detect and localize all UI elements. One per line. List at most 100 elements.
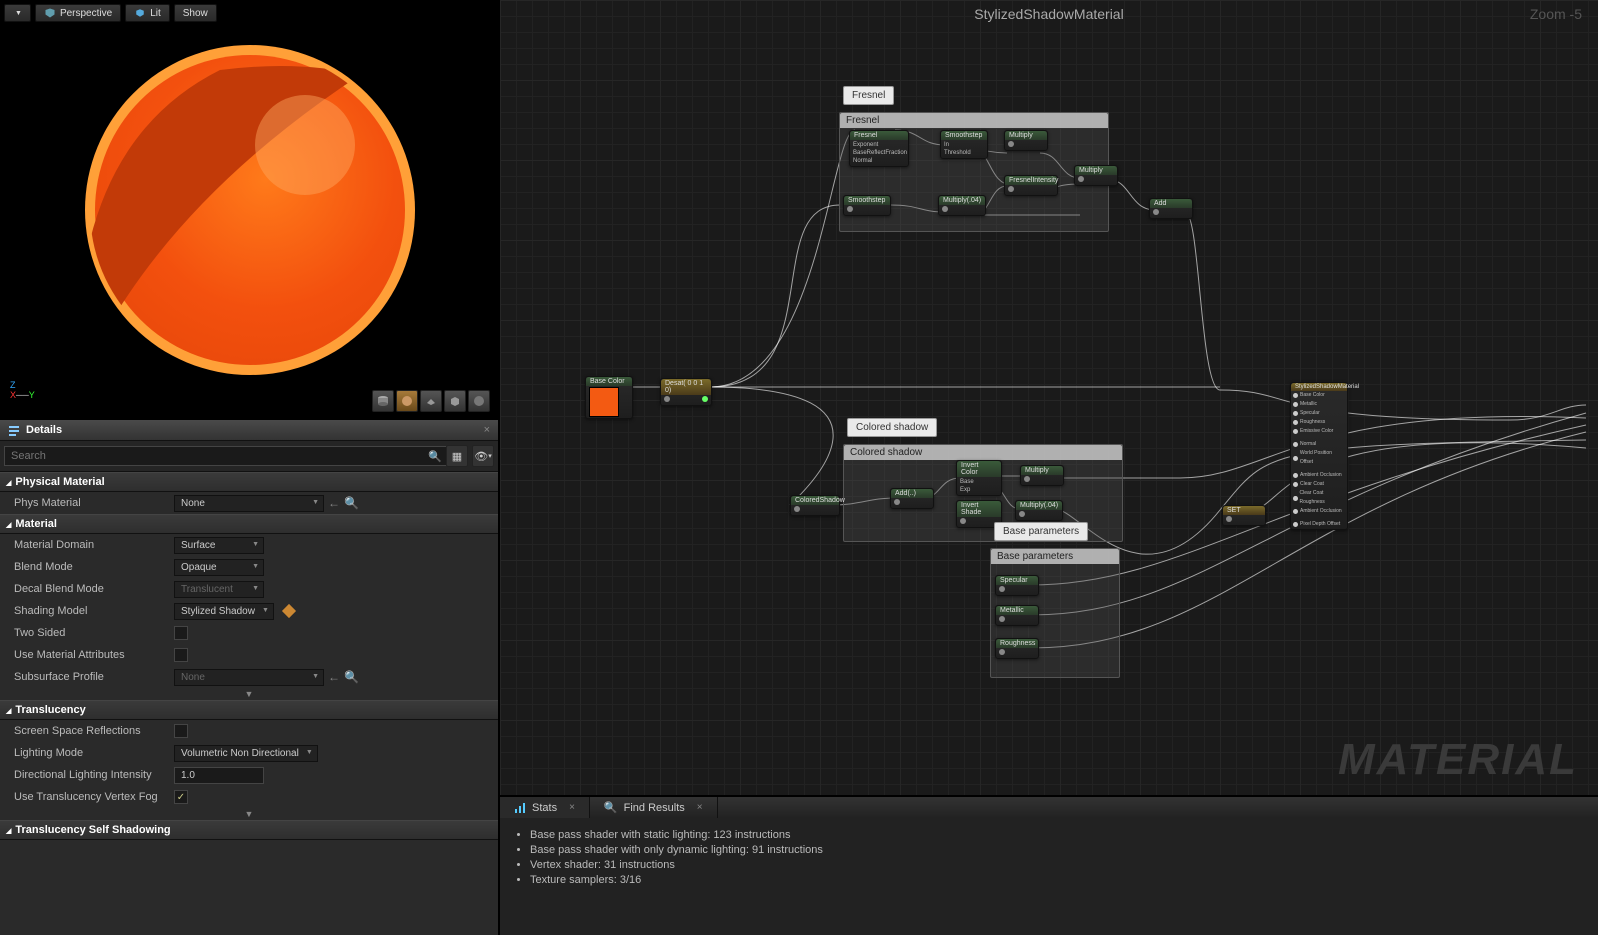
section-translucency-self-shadowing[interactable]: Translucency Self Shadowing [0,820,498,840]
shape-mesh-button[interactable] [468,390,490,412]
browse-icon[interactable]: 🔍 [344,496,359,510]
expand-section-button[interactable]: ▼ [0,688,498,700]
shading-model-label: Shading Model [14,605,174,617]
section-physical-material[interactable]: Physical Material [0,472,498,492]
search-icon: 🔍 [604,801,618,814]
reset-icon[interactable]: ← [328,670,340,684]
comment-colored-shadow-header: Colored shadow [844,445,1122,460]
phys-material-dropdown[interactable]: None [174,495,324,512]
phys-material-label: Phys Material [14,497,174,509]
stats-list: Base pass shader with static lighting: 1… [500,818,1598,897]
tooltip-colored-shadow: Colored shadow [847,418,937,437]
color-preview [589,387,619,417]
tab-find-label: Find Results [624,802,685,814]
node-base-color[interactable]: Base Color [585,376,633,419]
section-material[interactable]: Material [0,514,498,534]
tvf-checkbox[interactable] [174,790,188,804]
node-multiply-1[interactable]: Multiply [1004,130,1048,151]
shape-plane-button[interactable] [420,390,442,412]
material-preview-sphere [80,40,420,380]
material-domain-dropdown[interactable]: Surface [174,537,264,554]
shading-model-dropdown[interactable]: Stylized Shadow [174,603,274,620]
node-multiply-2[interactable]: Multiply [1074,165,1118,186]
node-metallic[interactable]: Metallic [995,605,1039,626]
perspective-button[interactable]: Perspective [35,4,121,22]
decal-blend-mode-dropdown: Translucent [174,581,264,598]
stats-line: Base pass shader with static lighting: 1… [530,829,1584,841]
node-material-result[interactable]: StylizedShadowMaterial Base Color Metall… [1290,382,1348,530]
ssr-checkbox[interactable] [174,724,188,738]
node-invert-color[interactable]: Invert Color BaseExp [956,460,1002,496]
close-icon[interactable]: × [569,802,575,813]
node-desaturate[interactable]: Desat( 0 0 1 0) [660,378,712,406]
property-matrix-button[interactable]: ▦ [446,445,468,467]
search-icon[interactable]: 🔍 [428,450,442,463]
two-sided-checkbox[interactable] [174,626,188,640]
lighting-mode-dropdown[interactable]: Volumetric Non Directional [174,745,318,762]
close-icon[interactable]: × [697,802,703,813]
show-button[interactable]: Show [174,4,217,22]
stats-line: Texture samplers: 3/16 [530,874,1584,886]
node-multiply04-2[interactable]: Multiply(.04) [1015,500,1063,521]
visibility-button[interactable]: 👁▾ [472,445,494,467]
node-roughness[interactable]: Roughness [995,638,1039,659]
lit-label: Lit [150,8,161,19]
node-add-1[interactable]: Add [1149,198,1193,219]
details-panel: Details × 🔍 ▦ 👁▾ Physical Material Phys … [0,420,498,935]
comment-fresnel-header: Fresnel [840,113,1108,128]
graph-title: StylizedShadowMaterial [974,6,1123,22]
shape-sphere-button[interactable] [396,390,418,412]
stats-line: Base pass shader with only dynamic light… [530,844,1584,856]
dli-label: Directional Lighting Intensity [14,769,174,781]
node-smoothstep[interactable]: Smoothstep In Threshold [940,130,988,159]
node-set[interactable]: SET [1222,505,1266,526]
lit-button[interactable]: Lit [125,4,170,22]
lit-cube-icon [134,7,146,19]
axis-gizmo: Z X──Y [10,380,35,400]
shape-cube-button[interactable] [444,390,466,412]
preview-viewport[interactable]: ▼ Perspective Lit Show [0,0,498,420]
node-fresnel-intensity[interactable]: FresnelIntensity [1004,175,1058,196]
blend-mode-label: Blend Mode [14,561,174,573]
node-multiply04[interactable]: Multiply(.04) [938,195,986,216]
show-label: Show [183,8,208,19]
material-domain-label: Material Domain [14,539,174,551]
two-sided-label: Two Sided [14,627,174,639]
node-fresnel[interactable]: Fresnel Exponent BaseReflectFraction Nor… [849,130,909,167]
expand-section-button[interactable]: ▼ [0,808,498,820]
blend-mode-dropdown[interactable]: Opaque [174,559,264,576]
viewport-menu-button[interactable]: ▼ [4,4,31,22]
node-add-2[interactable]: Add(..) [890,488,934,509]
stats-line: Vertex shader: 31 instructions [530,859,1584,871]
graph-bg-label: MATERIAL [1338,735,1578,785]
tooltip-fresnel: Fresnel [843,86,894,105]
material-graph[interactable]: StylizedShadowMaterial Zoom -5 MATERIAL [500,0,1598,795]
decal-blend-mode-label: Decal Blend Mode [14,583,174,595]
node-colored-shadow-param[interactable]: ColoredShadow [790,495,840,516]
node-smoothstep-2[interactable]: Smoothstep [843,195,891,216]
dli-input[interactable] [174,767,264,784]
subsurface-profile-label: Subsurface Profile [14,671,174,683]
use-material-attributes-label: Use Material Attributes [14,649,174,661]
shape-cylinder-button[interactable] [372,390,394,412]
node-specular[interactable]: Specular [995,575,1039,596]
close-icon[interactable]: × [484,424,490,436]
perspective-label: Perspective [60,8,112,19]
tab-stats[interactable]: Stats × [500,797,590,818]
node-multiply-3[interactable]: Multiply [1020,465,1064,486]
details-search-input[interactable] [4,446,448,466]
subsurface-profile-dropdown: None [174,669,324,686]
tab-find-results[interactable]: 🔍 Find Results × [590,797,718,818]
comment-base-params-header: Base parameters [991,549,1119,564]
tvf-label: Use Translucency Vertex Fog [14,791,174,803]
revert-icon[interactable] [282,604,296,618]
tab-stats-label: Stats [532,802,557,814]
details-icon [8,424,20,436]
reset-icon[interactable]: ← [328,496,340,510]
details-title: Details [26,424,62,436]
browse-icon[interactable]: 🔍 [344,670,359,684]
lighting-mode-label: Lighting Mode [14,747,174,759]
camera-icon [44,7,56,19]
use-material-attributes-checkbox[interactable] [174,648,188,662]
section-translucency[interactable]: Translucency [0,700,498,720]
